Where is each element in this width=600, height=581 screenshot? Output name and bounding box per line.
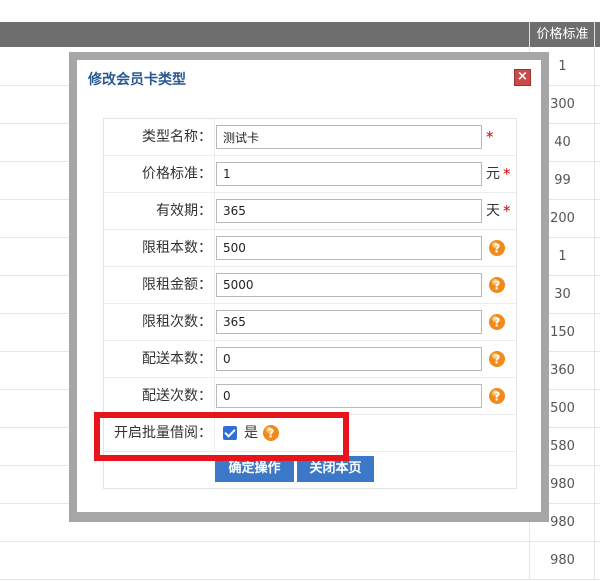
column-divider (594, 466, 595, 503)
row-divider (214, 378, 215, 414)
required-mark: * (503, 202, 511, 220)
column-divider (594, 22, 595, 47)
column-divider (594, 162, 595, 199)
column-divider (594, 276, 595, 313)
delivery-times-label: 配送次数： (142, 388, 212, 404)
close-icon[interactable]: × (514, 69, 531, 86)
column-divider (594, 238, 595, 275)
svg-text:?: ? (494, 353, 501, 367)
type-name-input[interactable] (216, 125, 482, 149)
form-row-validity: 有效期： 天 * (104, 193, 516, 230)
price-unit: 元 (486, 166, 500, 182)
svg-text:?: ? (494, 390, 501, 404)
row-divider (214, 304, 215, 340)
rent-amount-label: 限租金额： (142, 277, 212, 293)
column-divider (594, 314, 595, 351)
table-row[interactable]: 980 (0, 542, 600, 580)
column-divider (594, 428, 595, 465)
rent-times-label: 限租次数： (142, 314, 212, 330)
help-icon[interactable]: ? (488, 313, 506, 331)
price-label: 价格标准： (142, 166, 212, 182)
form-row-rent-amount: 限租金额： ? (104, 267, 516, 304)
form-row-delivery-count: 配送本数： ? (104, 341, 516, 378)
row-divider (214, 267, 215, 303)
table-header: 价格标准 (0, 22, 600, 47)
row-divider (214, 156, 215, 192)
form-row-rent-times: 限租次数： ? (104, 304, 516, 341)
dialog-title: 修改会员卡类型 (88, 72, 186, 88)
row-divider (214, 341, 215, 377)
delivery-times-input[interactable] (216, 384, 482, 408)
column-divider (594, 504, 595, 541)
rent-times-input[interactable] (216, 310, 482, 334)
column-divider (594, 390, 595, 427)
delivery-count-label: 配送本数： (142, 351, 212, 367)
delivery-count-input[interactable] (216, 347, 482, 371)
svg-text:?: ? (494, 279, 501, 293)
rent-amount-input[interactable] (216, 273, 482, 297)
form-row-type-name: 类型名称： * (104, 119, 516, 156)
form-row-price: 价格标准： 元 * (104, 156, 516, 193)
column-divider (594, 200, 595, 237)
column-divider (594, 48, 595, 85)
column-divider (594, 86, 595, 123)
rent-count-label: 限租本数： (142, 240, 212, 256)
row-divider (214, 119, 215, 155)
annotation-highlight-box (94, 412, 349, 461)
svg-text:?: ? (494, 316, 501, 330)
column-divider (594, 124, 595, 161)
column-divider (594, 352, 595, 389)
price-cell: 980 (529, 542, 595, 579)
rent-count-input[interactable] (216, 236, 482, 260)
help-icon[interactable]: ? (488, 387, 506, 405)
validity-unit: 天 (486, 203, 500, 219)
price-input[interactable] (216, 162, 482, 186)
row-divider (214, 193, 215, 229)
validity-input[interactable] (216, 199, 482, 223)
column-header-price: 价格标准 (529, 22, 595, 47)
form-row-rent-count: 限租本数： ? (104, 230, 516, 267)
column-divider (594, 542, 595, 579)
required-mark: * (486, 128, 494, 146)
help-icon[interactable]: ? (488, 239, 506, 257)
required-mark: * (503, 165, 511, 183)
svg-text:?: ? (494, 242, 501, 256)
validity-label: 有效期： (156, 203, 212, 219)
help-icon[interactable]: ? (488, 350, 506, 368)
form-row-delivery-times: 配送次数： ? (104, 378, 516, 415)
row-divider (214, 230, 215, 266)
type-name-label: 类型名称： (142, 129, 212, 145)
help-icon[interactable]: ? (488, 276, 506, 294)
